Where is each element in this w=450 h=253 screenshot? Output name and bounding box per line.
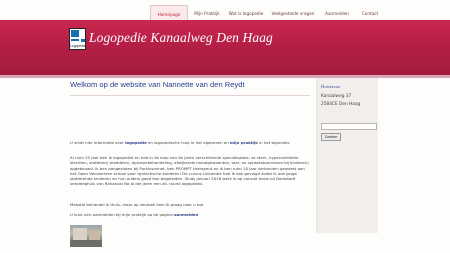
logo-cross-vertical (79, 30, 81, 42)
aanmelden-link[interactable]: aanmelden (174, 212, 198, 217)
logo-text: Logopedie (70, 44, 86, 48)
photo-building (73, 228, 87, 240)
page-title: Welkom op de website van Nannette van de… (70, 80, 245, 89)
registration-text: U kunt zich aanmelden bij mijn praktijk … (70, 212, 175, 217)
search-button[interactable]: Zoeken (321, 133, 341, 141)
logo-cross-horizontal (71, 37, 85, 39)
nav-item-contact[interactable]: Contact (356, 5, 384, 21)
intro-text-3: in het bijzonder. (257, 140, 291, 145)
sidebar: Homepage Kanaalweg 37 2584CE Den Haag Zo… (316, 78, 378, 233)
photo-street (70, 240, 102, 247)
heading-divider (70, 95, 310, 96)
nav-item-veelgestelde-vragen[interactable]: Veelgestelde vragen (268, 5, 318, 21)
experience-paragraph: Al ruim 35 jaar ben ik logopedist en heb… (70, 155, 309, 187)
address-street: Kanaalweg 37 (321, 94, 352, 99)
practice-photo (70, 225, 102, 247)
header-banner (0, 20, 450, 78)
nav-item-aanmelden[interactable]: Aanmelden (320, 5, 354, 21)
logo[interactable]: Logopedie (69, 28, 86, 50)
intro-paragraph: U vindt hier informatie over logopedie e… (70, 140, 310, 145)
nav-item-mijn-praktijk[interactable]: Mijn Praktijk (190, 5, 224, 21)
intro-text-2: en logopedische hulp in het algemeen en (146, 140, 230, 145)
nav-item-wat-is-logopedie[interactable]: Wat is logopedie (226, 5, 266, 21)
photo-building-2 (89, 230, 100, 240)
search-input[interactable] (321, 123, 377, 130)
nav-item-homepage[interactable]: Homepage (150, 5, 188, 21)
treatment-paragraph: Meestal behandel ik thuis, maar op verzo… (70, 202, 205, 207)
address-city: 2584CE Den Haag (321, 102, 361, 107)
registration-paragraph: U kunt zich aanmelden bij mijn praktijk … (70, 212, 310, 217)
nav-menu: Homepage Mijn Praktijk Wat is logopedie … (150, 5, 390, 21)
sidebar-title: Homepage (321, 84, 341, 89)
site-title[interactable]: Logopedie Kanaalweg Den Haag (89, 30, 273, 46)
mijn-praktijk-link[interactable]: mijn praktijk (230, 140, 258, 145)
intro-text-1: U vindt hier informatie over (70, 140, 126, 145)
logopedie-link[interactable]: logopedie (125, 140, 147, 145)
